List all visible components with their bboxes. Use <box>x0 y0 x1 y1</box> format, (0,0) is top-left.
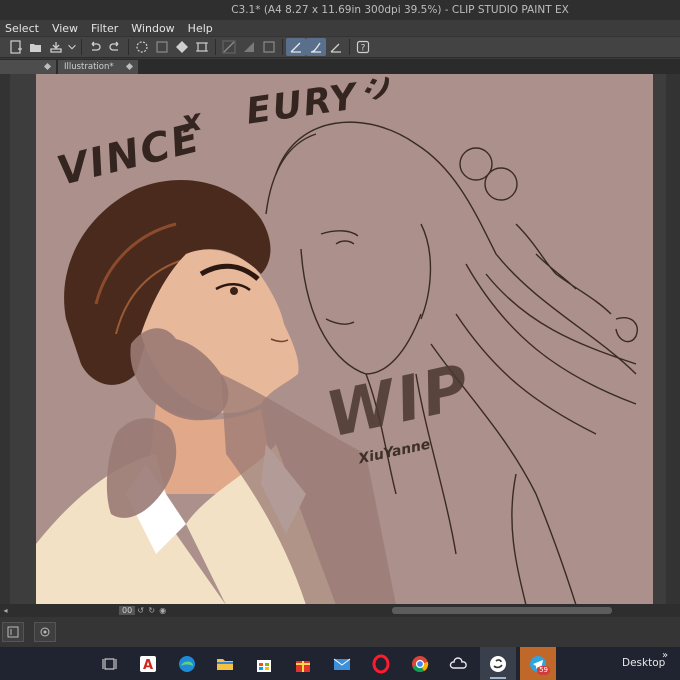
clip-studio-button[interactable] <box>480 647 516 680</box>
windows-taskbar: A 59 Desktop » <box>0 647 680 680</box>
menu-view[interactable]: View <box>47 22 86 35</box>
fill-icon[interactable] <box>172 38 192 56</box>
canvas-status-bar: ◂ 00 ↺ ↻ ◉ <box>0 604 680 617</box>
zoom-field[interactable]: 00 <box>119 606 136 615</box>
reset-rotation-icon[interactable]: ◉ <box>157 605 168 616</box>
task-view-button[interactable] <box>92 647 128 680</box>
title-bar: C3.1* (A4 8.27 x 11.69in 300dpi 39.5%) -… <box>0 0 680 20</box>
clear-icon[interactable] <box>152 38 172 56</box>
clip-studio-icon <box>490 655 506 672</box>
left-panel-edge <box>0 74 10 604</box>
illustration-canvas[interactable]: VINCE x EURY :) WIP XiuYanne <box>36 74 653 605</box>
undo-icon[interactable] <box>85 38 105 56</box>
toolbar-divider <box>81 39 82 55</box>
rotate-left-icon[interactable]: ↺ <box>135 605 146 616</box>
telegram-badge: 59 <box>537 666 550 675</box>
tab-close-icon[interactable] <box>43 62 52 71</box>
new-icon[interactable] <box>6 38 26 56</box>
chrome-icon <box>412 655 429 672</box>
gift-button[interactable] <box>285 647 321 680</box>
bottom-panel <box>0 617 680 647</box>
clip-studio-window: C3.1* (A4 8.27 x 11.69in 300dpi 39.5%) -… <box>0 0 680 680</box>
telegram-button[interactable]: 59 <box>520 647 556 680</box>
snap-special-icon[interactable] <box>259 38 279 56</box>
onedrive-button[interactable] <box>441 647 477 680</box>
toolbar-divider <box>215 39 216 55</box>
menu-bar: Select View Filter Window Help <box>0 20 680 36</box>
rotate-right-icon[interactable]: ↻ <box>146 605 157 616</box>
task-view-icon <box>102 658 117 669</box>
open-icon[interactable] <box>26 38 46 56</box>
toolbar-divider <box>349 39 350 55</box>
vertical-scrollbar[interactable] <box>666 74 680 604</box>
file-explorer-button[interactable] <box>207 647 243 680</box>
acrobat-icon: A <box>140 655 156 673</box>
panel-toggle-button[interactable] <box>2 622 24 642</box>
transform-icon[interactable] <box>192 38 212 56</box>
document-tabs: Illustration* <box>0 59 680 74</box>
redo-icon[interactable] <box>105 38 125 56</box>
scroll-left-icon[interactable]: ◂ <box>0 605 11 616</box>
navigator-button[interactable] <box>34 622 56 642</box>
desktop-toolbar-label[interactable]: Desktop <box>622 657 665 669</box>
acrobat-button[interactable]: A <box>130 647 166 680</box>
snap-grid-icon[interactable] <box>239 38 259 56</box>
select-all-icon[interactable] <box>132 38 152 56</box>
window-title: C3.1* (A4 8.27 x 11.69in 300dpi 39.5%) -… <box>231 4 569 16</box>
store-icon <box>257 659 271 672</box>
gift-icon <box>296 660 310 672</box>
edge-icon <box>179 655 195 672</box>
tab-illustration[interactable]: Illustration* <box>58 60 138 74</box>
edge-button[interactable] <box>169 647 205 680</box>
svg-text:?: ? <box>361 44 366 54</box>
mail-icon <box>333 658 351 670</box>
target-icon <box>40 627 50 637</box>
file-explorer-icon <box>217 658 233 670</box>
desktop-chevron-icon[interactable]: » <box>662 650 668 661</box>
save-icon[interactable] <box>46 38 66 56</box>
opera-icon <box>372 654 390 673</box>
chrome-button[interactable] <box>402 647 438 680</box>
pen-tool-icon[interactable] <box>286 38 306 56</box>
tab-close-icon[interactable] <box>125 62 134 71</box>
toolbar-divider <box>128 39 129 55</box>
chevron-down-icon[interactable] <box>66 38 78 56</box>
mail-button[interactable] <box>324 647 360 680</box>
opera-button[interactable] <box>363 647 399 680</box>
snap-ruler-icon[interactable] <box>219 38 239 56</box>
panel-icon <box>7 626 19 638</box>
menu-select[interactable]: Select <box>0 22 47 35</box>
tab-label: Illustration* <box>64 62 114 72</box>
onedrive-icon <box>449 656 467 669</box>
toolbar-divider <box>282 39 283 55</box>
tab-previous[interactable] <box>0 60 56 74</box>
store-button[interactable] <box>246 647 282 680</box>
command-bar: ? <box>0 36 680 58</box>
menu-window[interactable]: Window <box>126 22 182 35</box>
ruler-tool-icon[interactable] <box>326 38 346 56</box>
horizontal-scrollbar-thumb[interactable] <box>392 607 612 614</box>
brush-tool-icon[interactable] <box>306 38 326 56</box>
menu-filter[interactable]: Filter <box>86 22 126 35</box>
menu-help[interactable]: Help <box>183 22 221 35</box>
svg-text:A: A <box>143 658 153 673</box>
help-icon[interactable]: ? <box>353 38 373 56</box>
